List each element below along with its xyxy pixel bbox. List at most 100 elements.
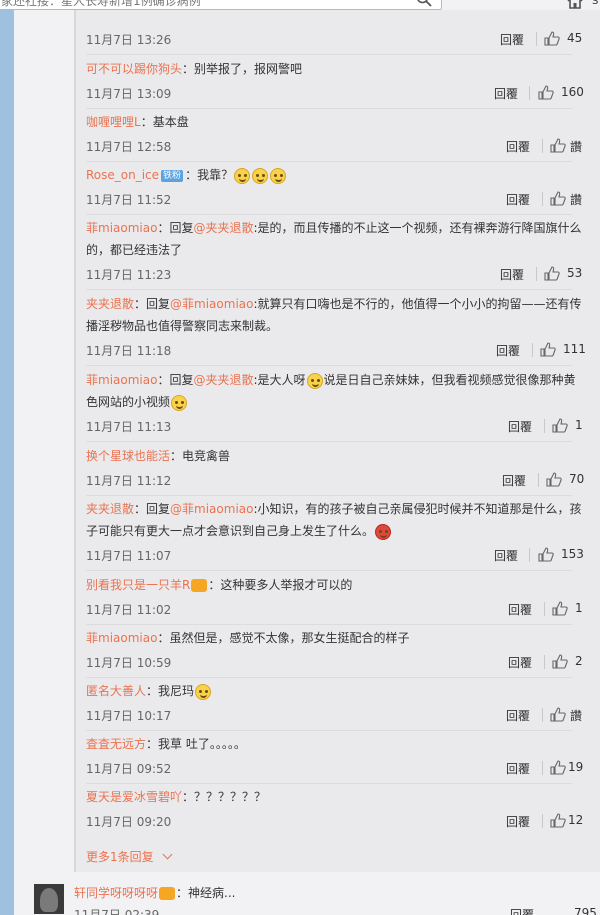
reply-date: 11月7日 11:07 xyxy=(86,549,172,563)
thumb-up-icon[interactable] xyxy=(544,266,560,281)
thumb-up-icon[interactable] xyxy=(550,813,566,828)
reply-button[interactable]: 回覆 xyxy=(506,138,530,155)
angry-emoji-icon xyxy=(375,523,392,540)
reply-button[interactable]: 回覆 xyxy=(494,547,518,564)
avatar[interactable] xyxy=(34,884,64,914)
separator-line xyxy=(86,161,572,162)
like-count: 12 xyxy=(568,813,584,827)
divider xyxy=(529,548,530,562)
reply-button[interactable]: 回覆 xyxy=(500,31,524,48)
home-icon[interactable] xyxy=(566,0,584,10)
reply-date: 11月7日 12:58 xyxy=(86,140,172,154)
like-count: 19 xyxy=(568,760,584,774)
reply-text: 换个星球也能活：电竞禽兽 xyxy=(86,445,586,467)
separator-line xyxy=(86,570,572,571)
like-count: 153 xyxy=(561,547,584,561)
left-sidebar-strip xyxy=(0,0,14,915)
thumb-up-icon[interactable] xyxy=(544,31,560,46)
reply-mention[interactable]: @夹夹退散 xyxy=(193,221,253,235)
reply-meta: 11月7日 09:52 回覆 19 xyxy=(86,756,586,784)
reply-button[interactable]: 回覆 xyxy=(506,760,530,777)
divider xyxy=(544,655,545,669)
reply-prefix: ：回复 xyxy=(157,373,194,387)
reply-username[interactable]: 咖喱哩哩L xyxy=(86,115,141,129)
search-icon[interactable] xyxy=(416,0,432,7)
reply-item: 菲miaomiao：回复@夹夹退散:是大人呀 说是日自己亲妹妹，但我看视频感觉很像… xyxy=(86,369,586,442)
thumb-up-icon[interactable] xyxy=(550,138,566,153)
reply-username[interactable]: 菲miaomiao xyxy=(86,221,157,235)
vip-icon xyxy=(191,579,208,592)
thumb-up-icon[interactable] xyxy=(550,707,566,722)
reply-button[interactable]: 回覆 xyxy=(496,342,520,359)
divider xyxy=(542,139,543,153)
reply-username[interactable]: 菲miaomiao xyxy=(86,631,157,645)
reply-mention[interactable]: @菲miaomiao xyxy=(170,502,253,516)
reply-text: 别看我只是一只羊R ：这种要多人举报才可以的 xyxy=(86,574,586,596)
reply-prefix: ：回复 xyxy=(157,221,194,235)
more-replies-link[interactable]: 更多1条回复 xyxy=(86,848,173,865)
thumb-up-icon[interactable] xyxy=(552,418,568,433)
reply-date: 11月7日 11:23 xyxy=(86,268,172,282)
reply-button[interactable]: 回覆 xyxy=(500,266,524,283)
reply-username[interactable]: Rose_on_ice xyxy=(86,168,159,182)
reply-username[interactable]: 换个星球也能活 xyxy=(86,449,170,463)
separator-line xyxy=(86,108,572,109)
reply-item: 换个星球也能活：电竞禽兽 11月7日 11:12 回覆 70 xyxy=(86,445,586,496)
reply-content: ：电竞禽兽 xyxy=(170,449,231,463)
reply-mention[interactable]: @夹夹退散 xyxy=(193,373,253,387)
reply-button[interactable]: 回覆 xyxy=(508,654,532,671)
divider xyxy=(536,267,537,281)
thumb-up-icon[interactable] xyxy=(540,342,556,357)
thumb-up-icon[interactable] xyxy=(552,601,568,616)
reply-username[interactable]: 匿名大善人 xyxy=(86,684,146,698)
reply-username[interactable]: 菲miaomiao xyxy=(86,373,157,387)
reply-text: 可不可以踢你狗头：别举报了，报网警吧 xyxy=(86,58,586,80)
reply-button[interactable]: 回覆 xyxy=(506,707,530,724)
reply-button[interactable]: 回覆 xyxy=(502,472,526,489)
divider xyxy=(542,708,543,722)
reply-text: 菲miaomiao：回复@夹夹退散:是大人呀 说是日自己亲妹妹，但我看视频感觉很像… xyxy=(86,369,586,413)
divider xyxy=(544,602,545,616)
thumb-up-icon[interactable] xyxy=(552,654,568,669)
reply-content: ：基本盘 xyxy=(140,115,189,129)
smile-emoji-icon xyxy=(234,167,251,184)
reply-button[interactable]: 回覆 xyxy=(506,813,530,830)
reply-button[interactable]: 回覆 xyxy=(510,906,534,915)
reply-username[interactable]: 别看我只是一只羊R xyxy=(86,578,190,592)
reply-content: ：虽然但是，感觉不太像，那女生挺配合的样子 xyxy=(157,631,410,645)
reply-meta: 11月7日 10:17 回覆 讚 xyxy=(86,703,586,731)
reply-date: 11月7日 11:52 xyxy=(86,193,172,207)
top-search-bar: 家还社接：星人长寿新增1例确诊病例 S xyxy=(0,0,600,10)
reply-username[interactable]: 査査无远方 xyxy=(86,737,146,751)
laugh-emoji-icon xyxy=(306,372,323,389)
reply-date: 11月7日 09:52 xyxy=(86,762,172,776)
search-input[interactable]: 家还社接：星人长寿新增1例确诊病例 xyxy=(0,0,442,10)
divider xyxy=(529,86,530,100)
thumb-up-icon[interactable] xyxy=(550,760,566,775)
reply-item: 菲miaomiao：虽然但是，感觉不太像，那女生挺配合的样子 11月7日 10:… xyxy=(86,627,586,678)
thumb-up-icon[interactable] xyxy=(550,191,566,206)
like-count: 70 xyxy=(569,472,585,486)
comment-username[interactable]: 轩同学呀呀呀呀 xyxy=(74,886,158,900)
reply-content: ：？？？？？？ xyxy=(182,790,267,804)
reply-button[interactable]: 回覆 xyxy=(494,85,518,102)
reply-username[interactable]: 夏天是爱冰雪碧吖 xyxy=(86,790,182,804)
reply-button[interactable]: 回覆 xyxy=(508,601,532,618)
reply-username[interactable]: 夹夹退散 xyxy=(86,502,134,516)
reply-item: Rose_on_ice 铁粉 ：我靠？ 11月7日 11:52 回覆 讚 xyxy=(86,164,586,215)
vip-icon xyxy=(159,887,176,900)
like-count: 1 xyxy=(575,601,583,615)
reply-meta: 11月7日 13:09 回覆 160 xyxy=(86,81,586,109)
reply-username[interactable]: 夹夹退散 xyxy=(86,297,134,311)
thumb-up-icon[interactable] xyxy=(546,472,562,487)
reply-mention[interactable]: @菲miaomiao xyxy=(170,297,253,311)
reply-username[interactable]: 可不可以踢你狗头 xyxy=(86,62,182,76)
like-count: 讚 xyxy=(570,140,583,154)
reply-button[interactable]: 回覆 xyxy=(506,191,530,208)
thumb-up-icon[interactable] xyxy=(538,547,554,562)
like-count: 111 xyxy=(563,342,586,356)
reply-meta: 11月7日 11:07 回覆 153 xyxy=(86,543,586,571)
thumb-up-icon[interactable] xyxy=(538,85,554,100)
reply-button[interactable]: 回覆 xyxy=(508,418,532,435)
replies-panel: 11月7日 13:26 回覆 45 可不可以踢你狗头：别举报了，报网警吧 11月… xyxy=(74,10,600,872)
